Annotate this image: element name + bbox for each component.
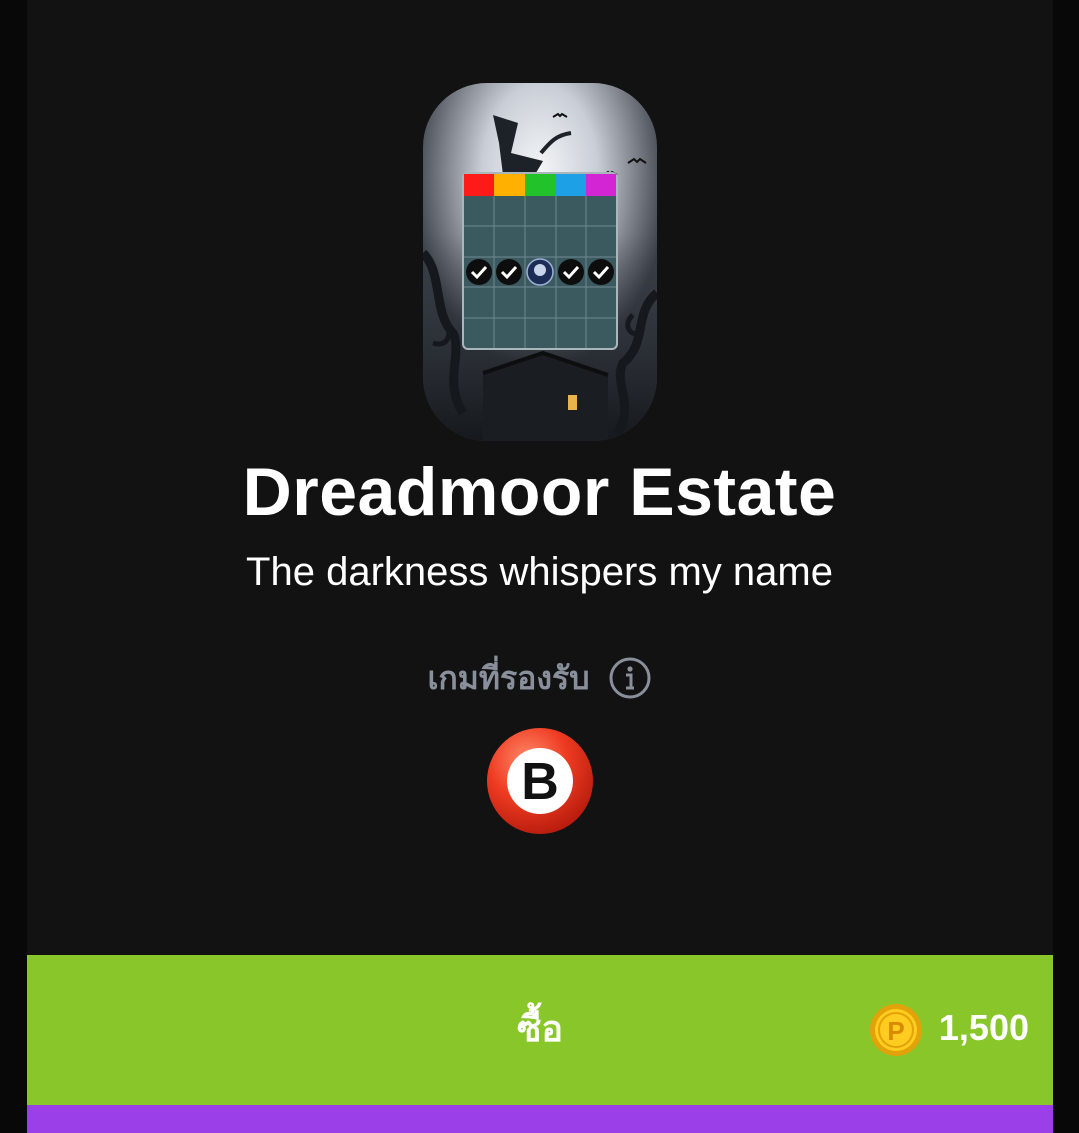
coin-letter: P [887,1016,904,1046]
buy-button[interactable]: ซื้อ P 1,500 [27,955,1053,1105]
supported-games-header: เกมที่รองรับ [0,652,1079,704]
item-subtitle: The darkness whispers my name [246,550,833,594]
supported-games-label: เกมที่รองรับ [427,658,590,697]
item-title: Dreadmoor Estate [242,454,837,530]
bingo-ball-letter: B [521,753,559,811]
price-value: 1,500 [938,1007,1029,1048]
bingo-ball-icon: B [487,728,593,834]
card-artwork [423,83,657,441]
coin-icon: P [869,1004,922,1056]
info-icon[interactable] [608,656,652,700]
secondary-action-bar[interactable] [27,1105,1053,1133]
price-display: P 1,500 [869,955,1029,1105]
